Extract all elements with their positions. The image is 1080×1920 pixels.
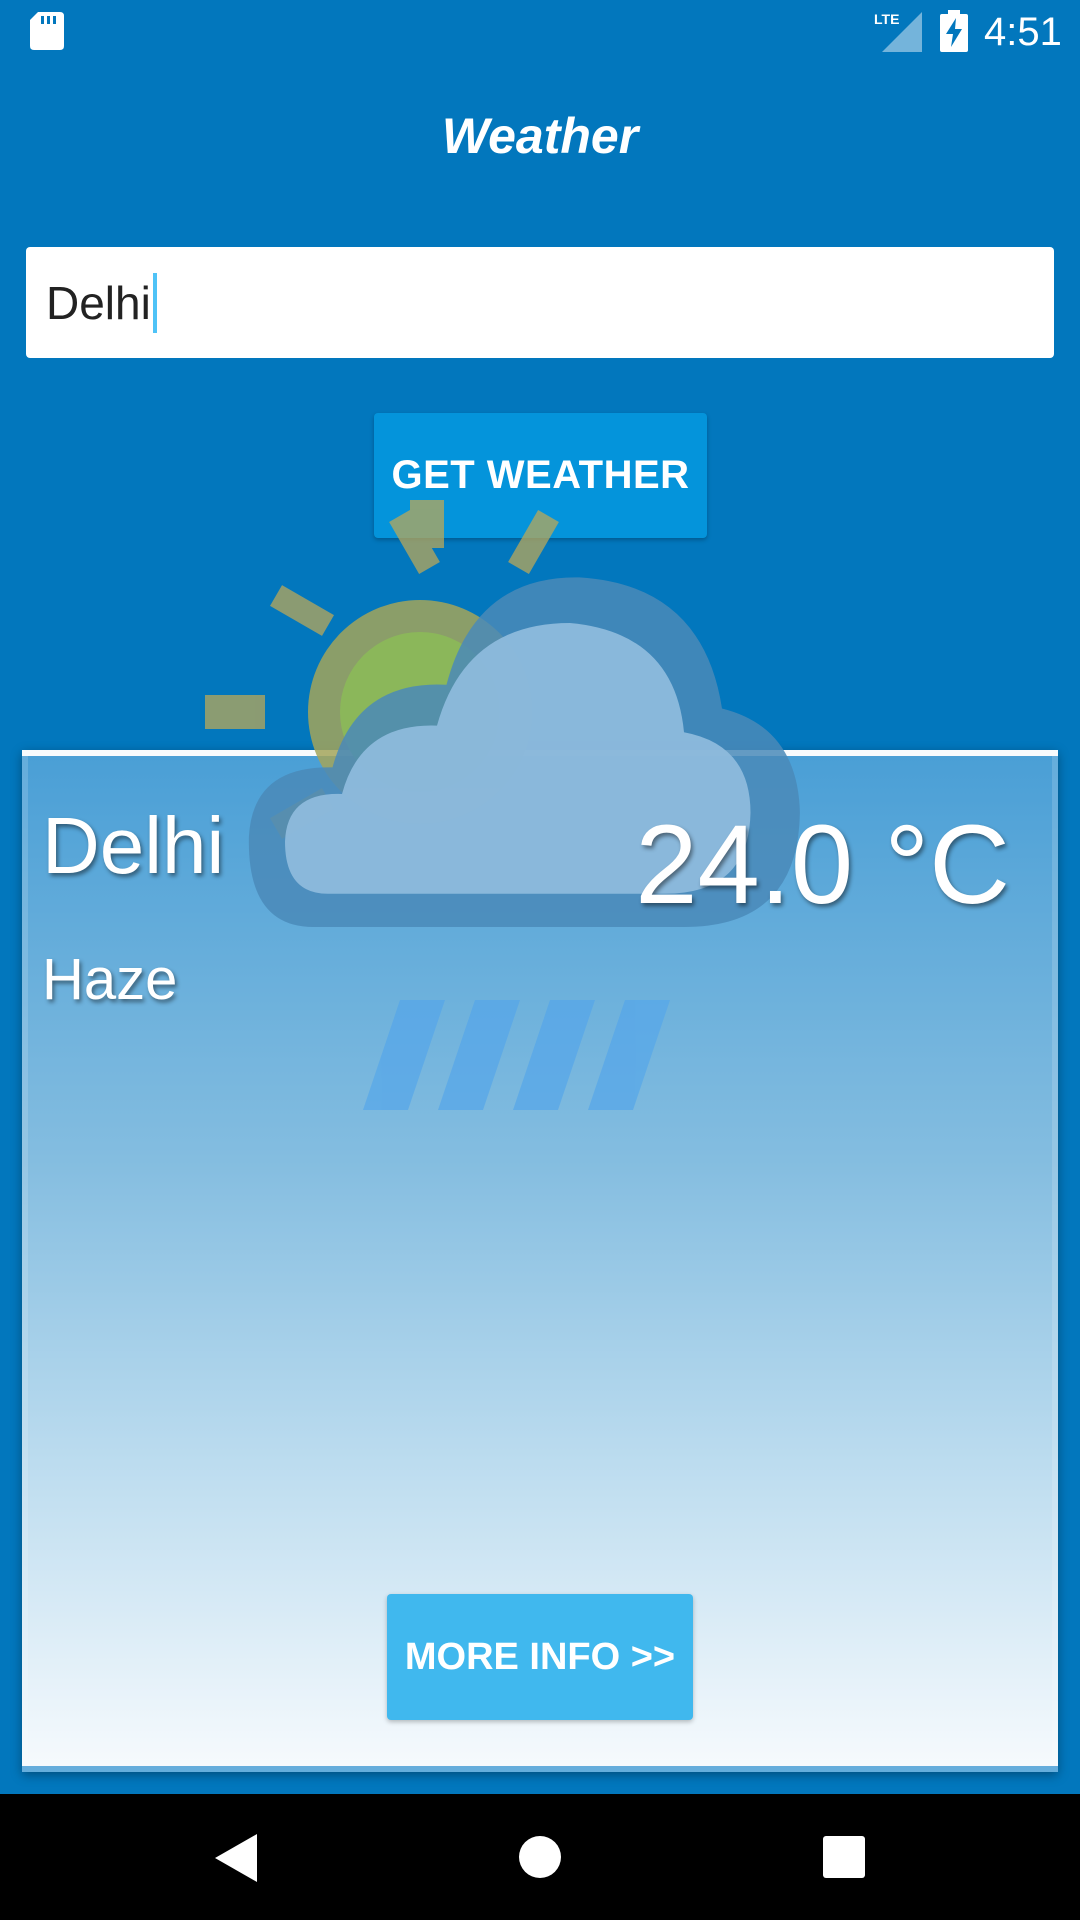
- result-condition: Haze: [42, 947, 178, 1012]
- recents-icon[interactable]: [823, 1836, 865, 1878]
- status-bar: LTE 4:51: [0, 0, 1080, 64]
- city-search-input[interactable]: Delhi: [26, 247, 1054, 358]
- home-icon[interactable]: [519, 1836, 561, 1878]
- status-clock: 4:51: [984, 10, 1062, 54]
- system-navigation-bar: [0, 1794, 1080, 1920]
- text-caret: [152, 272, 157, 333]
- city-input-value: Delhi: [46, 276, 151, 329]
- lte-label: LTE: [874, 11, 899, 27]
- back-icon[interactable]: [215, 1834, 257, 1882]
- result-city-name: Delhi: [42, 801, 225, 890]
- lte-signal-icon: LTE: [874, 11, 922, 52]
- app-title: Weather: [441, 108, 639, 164]
- battery-charging-icon: [940, 10, 968, 52]
- result-temperature: 24.0 °C: [635, 802, 1010, 927]
- sd-card-icon: [30, 12, 64, 50]
- more-info-button[interactable]: MORE INFO >>: [387, 1594, 693, 1720]
